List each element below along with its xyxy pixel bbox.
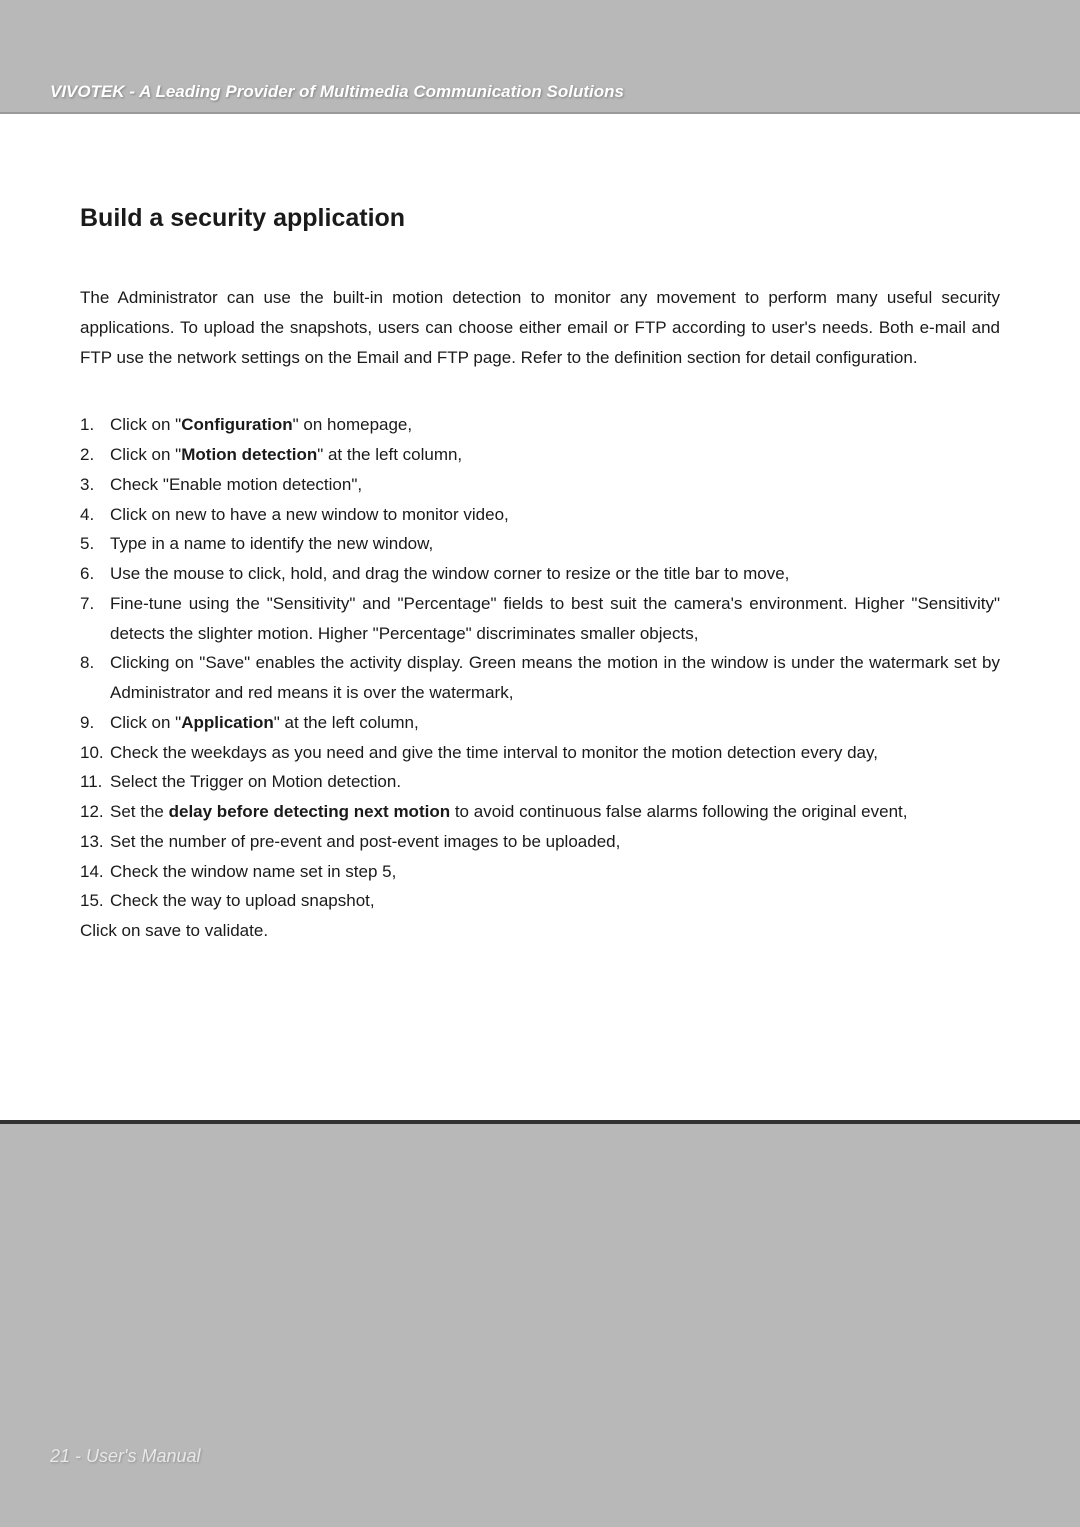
list-item: 7. Fine-tune using the "Sensitivity" and… — [80, 589, 1000, 649]
list-item: 3. Check "Enable motion detection", — [80, 470, 1000, 500]
step-number: 6. — [80, 559, 110, 589]
page-number-label: 21 - User's Manual — [50, 1446, 201, 1466]
step-text: Fine-tune using the "Sensitivity" and "P… — [110, 589, 1000, 649]
step-text: Check the window name set in step 5, — [110, 857, 1000, 887]
closing-text: Click on save to validate. — [80, 916, 1000, 946]
list-item: 6. Use the mouse to click, hold, and dra… — [80, 559, 1000, 589]
step-number: 5. — [80, 529, 110, 559]
step-number: 13. — [80, 827, 110, 857]
document-footer: 21 - User's Manual — [50, 1446, 201, 1467]
step-number: 8. — [80, 648, 110, 708]
step-number: 2. — [80, 440, 110, 470]
list-item: 11. Select the Trigger on Motion detecti… — [80, 767, 1000, 797]
step-text: Use the mouse to click, hold, and drag t… — [110, 559, 1000, 589]
step-number: 14. — [80, 857, 110, 887]
steps-list: 1. Click on "Configuration" on homepage,… — [80, 410, 1000, 916]
page-content: Build a security application The Adminis… — [0, 114, 1080, 1124]
step-text: Check the weekdays as you need and give … — [110, 738, 1000, 768]
step-text: Set the number of pre-event and post-eve… — [110, 827, 1000, 857]
document-header: VIVOTEK - A Leading Provider of Multimed… — [0, 0, 1080, 114]
list-item: 15. Check the way to upload snapshot, — [80, 886, 1000, 916]
step-text: Type in a name to identify the new windo… — [110, 529, 1000, 559]
list-item: 2. Click on "Motion detection" at the le… — [80, 440, 1000, 470]
step-number: 3. — [80, 470, 110, 500]
step-text: Click on new to have a new window to mon… — [110, 500, 1000, 530]
step-text: Check the way to upload snapshot, — [110, 886, 1000, 916]
step-text: Check "Enable motion detection", — [110, 470, 1000, 500]
list-item: 12. Set the delay before detecting next … — [80, 797, 1000, 827]
step-text: Clicking on "Save" enables the activity … — [110, 648, 1000, 708]
list-item: 5. Type in a name to identify the new wi… — [80, 529, 1000, 559]
list-item: 8. Clicking on "Save" enables the activi… — [80, 648, 1000, 708]
list-item: 9. Click on "Application" at the left co… — [80, 708, 1000, 738]
section-title: Build a security application — [80, 204, 1000, 233]
step-number: 11. — [80, 767, 110, 797]
step-number: 10. — [80, 738, 110, 768]
step-number: 15. — [80, 886, 110, 916]
list-item: 4. Click on new to have a new window to … — [80, 500, 1000, 530]
list-item: 10. Check the weekdays as you need and g… — [80, 738, 1000, 768]
step-text: Click on "Motion detection" at the left … — [110, 440, 1000, 470]
step-text: Select the Trigger on Motion detection. — [110, 767, 1000, 797]
list-item: 1. Click on "Configuration" on homepage, — [80, 410, 1000, 440]
header-tagline: VIVOTEK - A Leading Provider of Multimed… — [50, 82, 624, 101]
step-number: 7. — [80, 589, 110, 649]
list-item: 13. Set the number of pre-event and post… — [80, 827, 1000, 857]
step-text: Click on "Configuration" on homepage, — [110, 410, 1000, 440]
intro-paragraph: The Administrator can use the built-in m… — [80, 283, 1000, 372]
step-number: 1. — [80, 410, 110, 440]
step-number: 4. — [80, 500, 110, 530]
step-text: Set the delay before detecting next moti… — [110, 797, 1000, 827]
step-number: 12. — [80, 797, 110, 827]
step-number: 9. — [80, 708, 110, 738]
step-text: Click on "Application" at the left colum… — [110, 708, 1000, 738]
list-item: 14. Check the window name set in step 5, — [80, 857, 1000, 887]
